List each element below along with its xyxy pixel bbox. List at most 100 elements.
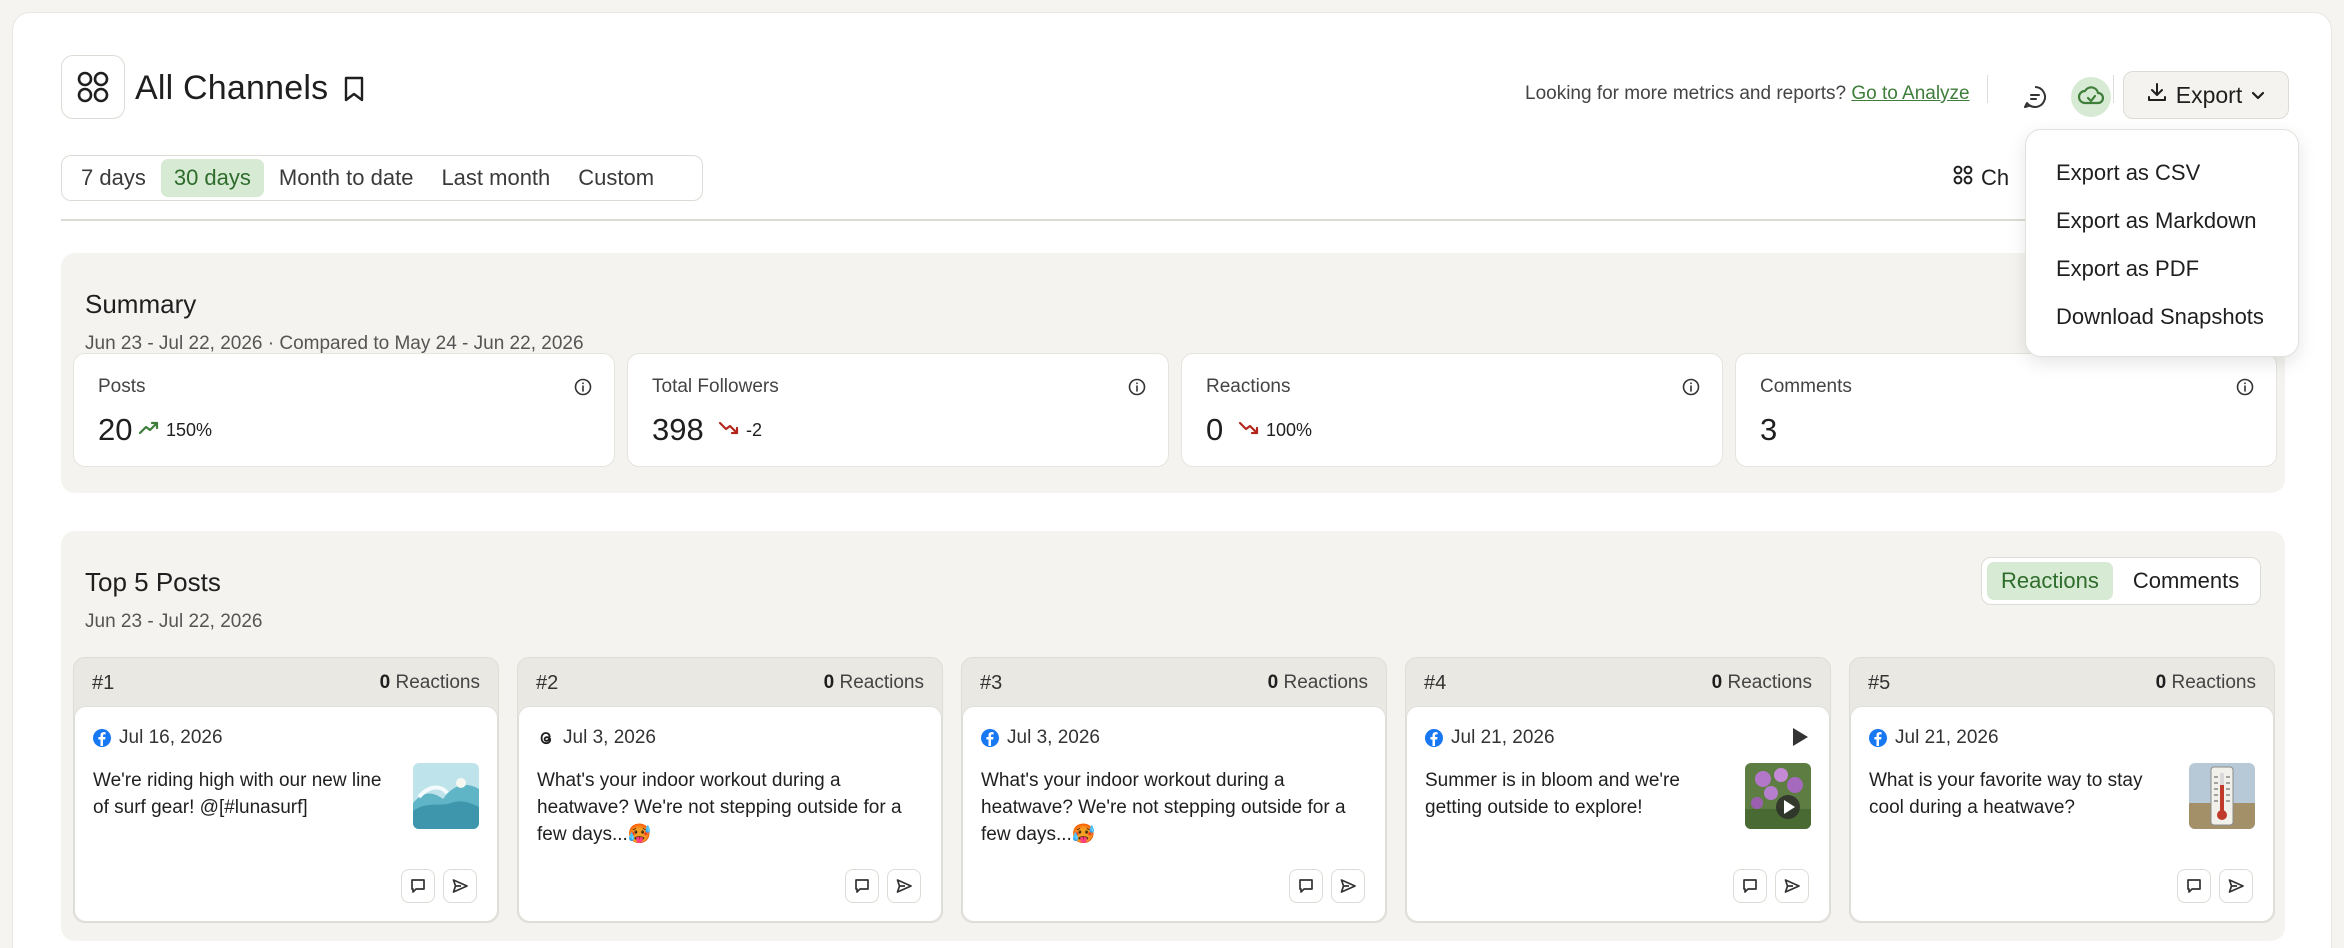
post-date-row: Jul 16, 2026 <box>93 727 223 749</box>
trend-up-icon <box>138 420 160 441</box>
post-reaction-label: Reactions <box>839 672 925 693</box>
comment-icon[interactable] <box>845 869 879 903</box>
post-card[interactable]: Jul 16, 2026 We're riding high with our n… <box>74 706 498 922</box>
page-container: All Channels Looking for more metrics an… <box>12 12 2332 948</box>
range-tab-7-days[interactable]: 7 days <box>68 159 159 197</box>
post-date: Jul 21, 2026 <box>1451 727 1555 748</box>
info-icon[interactable] <box>1128 378 1146 396</box>
post-card[interactable]: Jul 21, 2026 What is your favorite way to… <box>1850 706 2274 922</box>
top-post-column: #1 0 Reactions Jul 16, 2026 We're riding hi… <box>73 657 499 923</box>
metric-label: Total Followers <box>652 376 779 397</box>
channels-filter-button[interactable]: Ch <box>1953 165 2009 191</box>
top-posts-title: Top 5 Posts <box>85 567 221 597</box>
export-menu-item[interactable]: Export as PDF <box>2026 254 2298 302</box>
post-text: Summer is in bloom and we're getting out… <box>1425 770 1680 818</box>
info-icon[interactable] <box>1682 378 1700 396</box>
post-card[interactable]: Jul 21, 2026 Summer is in bloom and we're… <box>1406 706 1830 922</box>
metric-trend: 150% <box>138 420 212 441</box>
send-icon[interactable] <box>443 869 477 903</box>
post-rank: #3 <box>980 672 1003 694</box>
date-range-tabs: 7 days 30 days Month to date Last month Cust… <box>61 155 703 201</box>
sort-toggle-reactions[interactable]: Reactions <box>1987 562 2113 600</box>
bookmark-icon[interactable] <box>343 75 369 105</box>
sync-cloud-icon[interactable] <box>2071 77 2111 117</box>
metric-label: Reactions <box>1206 376 1291 397</box>
post-thumbnail[interactable] <box>413 763 479 829</box>
post-date: Jul 3, 2026 <box>1007 727 1100 748</box>
header-divider <box>1987 75 1988 103</box>
export-menu: Export as CSV Export as Markdown Export as… <box>2025 129 2299 357</box>
export-menu-item[interactable]: Export as CSV <box>2026 158 2298 206</box>
top-post-column: #4 0 Reactions Jul 21, 2026 Summer is in bl… <box>1405 657 1831 923</box>
metric-card-reactions: Reactions 0 100% <box>1181 353 1723 467</box>
metric-label: Comments <box>1760 376 1852 397</box>
post-rank: #1 <box>92 672 115 694</box>
post-text: What's your indoor workout during a heat… <box>537 770 902 845</box>
facebook-icon <box>981 729 999 747</box>
info-icon[interactable] <box>2236 378 2254 396</box>
trend-down-icon <box>718 420 740 441</box>
send-icon[interactable] <box>887 869 921 903</box>
post-reaction-number: 0 <box>1711 672 1723 693</box>
post-date: Jul 3, 2026 <box>563 727 656 748</box>
range-tab-month-to-date[interactable]: Month to date <box>266 159 427 197</box>
post-reaction-count: 0 Reactions <box>1712 672 1812 694</box>
metric-card-total-followers: Total Followers 398 -2 <box>627 353 1169 467</box>
go-to-analyze-link[interactable]: Go to Analyze <box>1851 83 1969 104</box>
export-menu-item[interactable]: Export as Markdown <box>2026 206 2298 254</box>
metric-value: 0 <box>1206 412 1224 447</box>
post-thumbnail[interactable] <box>1745 763 1811 829</box>
feedback-chat-icon[interactable] <box>2015 77 2055 117</box>
export-label: Export <box>2175 81 2243 108</box>
sort-toggle: Reactions Comments <box>1981 557 2261 605</box>
info-icon[interactable] <box>574 378 592 396</box>
comment-icon[interactable] <box>2177 869 2211 903</box>
range-tab-30-days[interactable]: 30 days <box>160 159 264 197</box>
metric-trend: -2 <box>718 420 762 441</box>
metric-trend-value: 100% <box>1266 420 1313 440</box>
post-thumbnail[interactable] <box>2189 763 2255 829</box>
post-text: We're riding high with our new line of s… <box>93 770 382 818</box>
post-reaction-count: 0 Reactions <box>2156 672 2256 694</box>
metric-value: 398 <box>652 412 704 447</box>
page-title: All Channels <box>135 69 329 107</box>
chevron-down-icon <box>2250 82 2266 109</box>
post-reaction-label: Reactions <box>395 672 481 693</box>
send-icon[interactable] <box>1331 869 1365 903</box>
comment-icon[interactable] <box>1733 869 1767 903</box>
post-card[interactable]: Jul 3, 2026 What's your indoor workout du… <box>962 706 1386 922</box>
facebook-icon <box>93 729 111 747</box>
post-reaction-number: 0 <box>1267 672 1279 693</box>
post-card[interactable]: Jul 3, 2026 What's your indoor workout du… <box>518 706 942 922</box>
range-tab-custom[interactable]: Custom <box>565 159 667 197</box>
post-date: Jul 21, 2026 <box>1895 727 1999 748</box>
channels-grid-icon[interactable] <box>61 55 125 119</box>
send-icon[interactable] <box>2219 869 2253 903</box>
metric-trend-value: -2 <box>746 420 763 440</box>
channels-grid-icon <box>1953 165 1973 191</box>
summary-title: Summary <box>85 289 197 319</box>
metric-trend-value: 150% <box>166 420 213 440</box>
download-icon <box>2146 81 2168 109</box>
metric-value: 3 <box>1760 412 1778 447</box>
post-reaction-count: 0 Reactions <box>824 672 924 694</box>
post-reaction-number: 0 <box>2155 672 2167 693</box>
summary-date-range: Jun 23 - Jul 22, 2026 · Compared to May … <box>85 333 584 354</box>
channels-filter-label: Ch <box>1981 165 2010 190</box>
post-reaction-number: 0 <box>379 672 391 693</box>
range-tab-last-month[interactable]: Last month <box>428 159 563 197</box>
comment-icon[interactable] <box>401 869 435 903</box>
export-menu-item[interactable]: Download Snapshots <box>2026 302 2298 350</box>
top-posts-date-range: Jun 23 - Jul 22, 2026 <box>85 611 263 632</box>
export-button[interactable]: Export <box>2123 71 2289 119</box>
sort-toggle-comments[interactable]: Comments <box>2119 562 2253 600</box>
post-reaction-count: 0 Reactions <box>1268 672 1368 694</box>
post-reaction-label: Reactions <box>1283 672 1369 693</box>
facebook-icon <box>1425 729 1443 747</box>
send-icon[interactable] <box>1775 869 1809 903</box>
metric-trend: 100% <box>1238 420 1312 441</box>
post-reaction-count: 0 Reactions <box>380 672 480 694</box>
comment-icon[interactable] <box>1289 869 1323 903</box>
metric-card-posts: Posts 20 150% <box>73 353 615 467</box>
facebook-icon <box>1869 729 1887 747</box>
